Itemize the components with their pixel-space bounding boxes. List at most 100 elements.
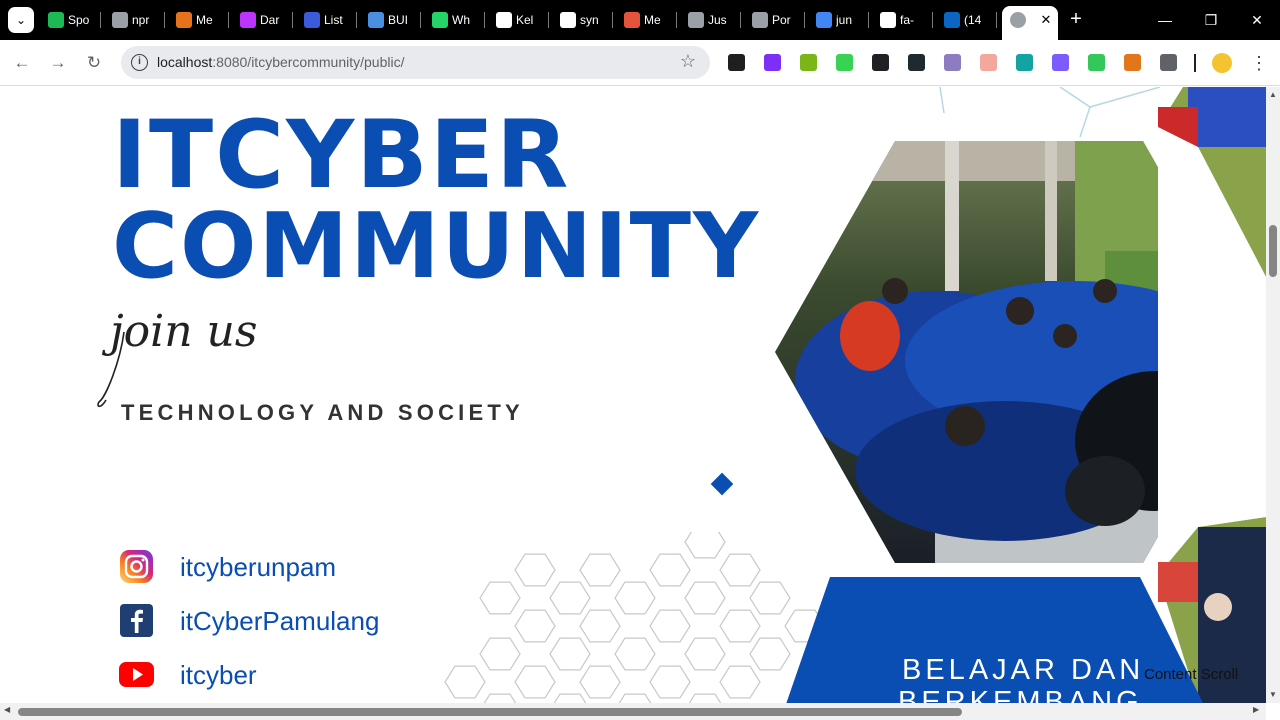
close-tab-icon[interactable]: ✕ bbox=[1038, 6, 1054, 34]
chart-extension-icon[interactable] bbox=[800, 54, 817, 71]
tab-6[interactable]: BUI bbox=[360, 6, 418, 34]
forward-button[interactable]: → bbox=[46, 51, 70, 75]
puzzle-extension-icon[interactable] bbox=[1160, 54, 1177, 71]
hexagon-cell bbox=[483, 693, 517, 703]
x-extension-icon[interactable] bbox=[836, 54, 853, 71]
square-extension-icon[interactable] bbox=[1052, 54, 1069, 71]
horizontal-scroll-thumb[interactable] bbox=[18, 708, 962, 716]
url-text[interactable]: localhost:8080/itcybercommunity/public/ bbox=[157, 54, 404, 70]
tab-label: (14 bbox=[964, 13, 982, 27]
address-bar[interactable]: i localhost:8080/itcybercommunity/public… bbox=[121, 46, 710, 79]
youtube-link[interactable]: itcyber bbox=[180, 660, 257, 691]
tab-active[interactable]: ✕ bbox=[1002, 6, 1058, 40]
hexagon-cell bbox=[684, 581, 726, 615]
instagram-icon[interactable] bbox=[119, 549, 154, 584]
circle-extension-icon[interactable] bbox=[1016, 54, 1033, 71]
tab-label: Por bbox=[772, 13, 791, 27]
hexagon-cell bbox=[688, 693, 722, 703]
tab-label: npr bbox=[132, 13, 150, 27]
tab-4[interactable]: Dar bbox=[232, 6, 290, 34]
linkedin-icon bbox=[944, 12, 960, 28]
horizontal-scrollbar[interactable]: ◀ ▶ bbox=[0, 703, 1266, 720]
hexagon-cell bbox=[579, 553, 621, 587]
tab-separator bbox=[164, 12, 165, 28]
tab-label: Me bbox=[196, 13, 213, 27]
youtube-icon[interactable] bbox=[119, 657, 154, 692]
profile-avatar[interactable] bbox=[1212, 53, 1232, 73]
globe-icon bbox=[752, 12, 768, 28]
browser-toolbar: ← → ↻ i localhost:8080/itcybercommunity/… bbox=[0, 40, 1280, 86]
maximize-button[interactable]: ❐ bbox=[1188, 6, 1234, 34]
tab-label: List bbox=[324, 13, 343, 27]
hexagon-cell bbox=[614, 637, 656, 671]
tab-9[interactable]: syn bbox=[552, 6, 610, 34]
reload-button[interactable]: ↻ bbox=[82, 51, 106, 75]
image-icon bbox=[624, 12, 640, 28]
hexagon-cell bbox=[684, 637, 726, 671]
vertical-scrollbar[interactable]: ▲ ▼ bbox=[1266, 87, 1280, 703]
join-us-script: join us bbox=[97, 306, 257, 408]
globe-icon bbox=[688, 12, 704, 28]
tab-5[interactable]: List bbox=[296, 6, 354, 34]
tab-10[interactable]: Me bbox=[616, 6, 674, 34]
scroll-right-arrow-icon[interactable]: ▶ bbox=[1253, 705, 1259, 714]
sparkle-icon bbox=[496, 12, 512, 28]
toolbar-divider bbox=[1194, 54, 1196, 72]
tab-label: Dar bbox=[260, 13, 280, 27]
menu-dots-icon[interactable]: ⋮ bbox=[1250, 51, 1268, 75]
cloud-extension-icon[interactable] bbox=[944, 54, 961, 71]
tab-search-button[interactable]: ⌄ bbox=[8, 7, 34, 33]
hexagon-cell bbox=[649, 609, 691, 643]
scroll-left-arrow-icon[interactable]: ◀ bbox=[4, 705, 10, 714]
hexagon-cell bbox=[618, 693, 652, 703]
tab-11[interactable]: Jus bbox=[680, 6, 738, 34]
hexagon-cell bbox=[479, 581, 521, 615]
tab-2[interactable]: npr bbox=[104, 6, 162, 34]
tab-separator bbox=[228, 12, 229, 28]
tab-label: jun bbox=[836, 13, 853, 27]
dots-extension-icon[interactable] bbox=[872, 54, 889, 71]
ruler-extension-icon[interactable] bbox=[728, 54, 745, 71]
info-icon[interactable]: i bbox=[131, 54, 148, 71]
hash-extension-icon[interactable] bbox=[908, 54, 925, 71]
tab-1[interactable]: Spo bbox=[40, 6, 98, 34]
close-window-button[interactable]: ✕ bbox=[1234, 6, 1280, 34]
page-title-line2: COMMUNITY bbox=[112, 194, 761, 299]
back-button[interactable]: ← bbox=[10, 51, 34, 75]
tab-3[interactable]: Me bbox=[168, 6, 226, 34]
scroll-down-arrow-icon[interactable]: ▼ bbox=[1266, 690, 1280, 699]
hexagon-cell bbox=[514, 665, 556, 699]
tab-separator bbox=[612, 12, 613, 28]
scroll-up-arrow-icon[interactable]: ▲ bbox=[1266, 90, 1280, 99]
tab-15[interactable]: (14 bbox=[936, 6, 994, 34]
tab-13[interactable]: jun bbox=[808, 6, 866, 34]
diamond-accent bbox=[710, 472, 734, 496]
instagram-link[interactable]: itcyberunpam bbox=[180, 552, 336, 583]
diamond-extension-icon[interactable] bbox=[1088, 54, 1105, 71]
hexagon-cell bbox=[719, 665, 761, 699]
tab-separator bbox=[676, 12, 677, 28]
bookmark-star-icon[interactable]: ☆ bbox=[680, 51, 696, 72]
tab-separator bbox=[804, 12, 805, 28]
hexagon-cell bbox=[549, 581, 591, 615]
tab-7[interactable]: Wh bbox=[424, 6, 482, 34]
new-tab-button[interactable]: + bbox=[1064, 8, 1088, 32]
tab-14[interactable]: fa- bbox=[872, 6, 930, 34]
arrow-left-icon: ← bbox=[13, 53, 31, 72]
vertical-scroll-thumb[interactable] bbox=[1269, 225, 1277, 277]
facebook-icon[interactable] bbox=[119, 603, 154, 638]
fox-extension-icon[interactable] bbox=[1124, 54, 1141, 71]
tab-label: Wh bbox=[452, 13, 470, 27]
hexagon-cell bbox=[553, 693, 587, 703]
play-extension-icon[interactable] bbox=[764, 54, 781, 71]
banner-text-line1: BELAJAR DAN bbox=[902, 654, 1145, 686]
n-extension-icon[interactable] bbox=[980, 54, 997, 71]
minimize-button[interactable]: — bbox=[1142, 6, 1188, 34]
tab-12[interactable]: Por bbox=[744, 6, 802, 34]
content-scroll-label: Content Scroll bbox=[1144, 666, 1239, 683]
tab-8[interactable]: Kel bbox=[488, 6, 546, 34]
facebook-link[interactable]: itCyberPamulang bbox=[180, 606, 379, 637]
github-icon bbox=[560, 12, 576, 28]
dashboard-icon bbox=[176, 12, 192, 28]
hexagon-cell bbox=[444, 665, 486, 699]
